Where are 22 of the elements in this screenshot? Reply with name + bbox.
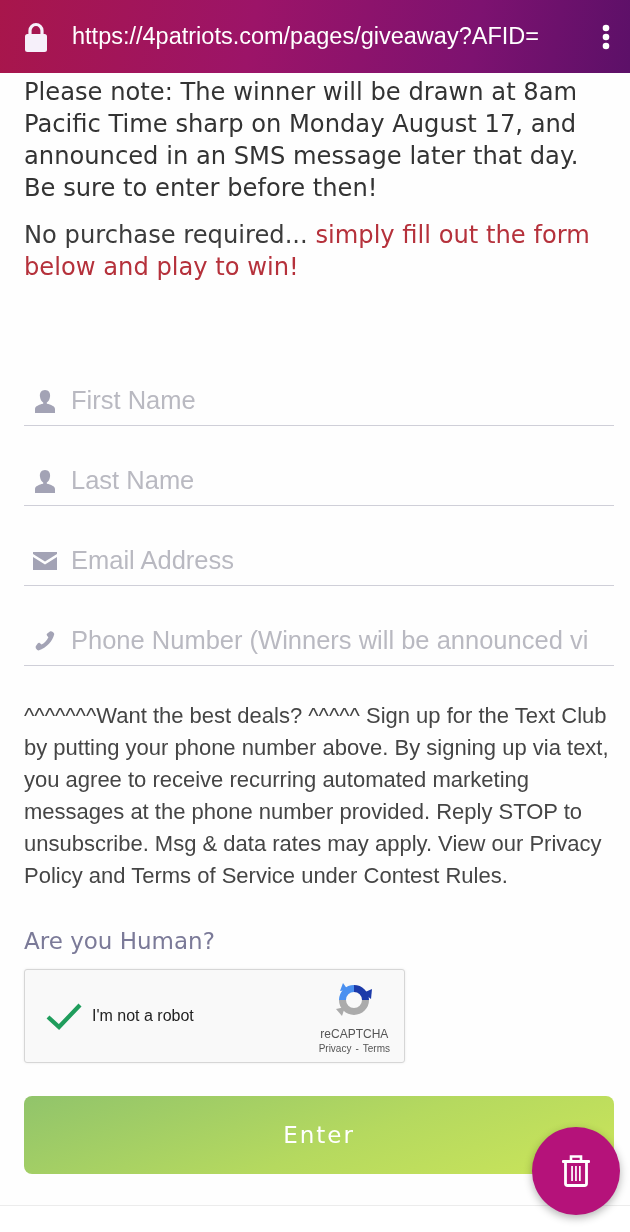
- notice-text: Please note: The winner will be drawn at 8am Pacific Time sharp on Monday August 17, and announced in an SMS message later that day. Be sure to enter before then!: [24, 77, 580, 204]
- url-text[interactable]: https://4patriots.com/pages/giveaway?AFID=: [72, 23, 578, 50]
- trash-icon: [562, 1155, 590, 1187]
- person-icon: [33, 388, 57, 413]
- privacy-link[interactable]: Privacy: [318, 1042, 352, 1054]
- intro-text: No purchase required... simply fill out the form below and play to win!: [24, 220, 591, 283]
- brand-label: reCAPTCHA: [320, 1026, 389, 1041]
- lock-icon: [24, 21, 48, 52]
- captcha-heading: Are you Human?: [24, 927, 215, 956]
- terms-link[interactable]: Terms: [362, 1042, 390, 1054]
- disclaimer-text: ^^^^^^^Want the best deals? ^^^^^ Sign up for the Text Club by putting your phone number above. By signing up via text, you agree to receive recurring automated marketing messages at the phone number provided. Reply STOP to unsubscribe. Msg & data rates may apply. View our Privacy Policy and Terms of Service under Contest Rules.: [24, 702, 610, 890]
- separator-text: -: [355, 1042, 359, 1054]
- input-field[interactable]: First Name: [71, 380, 614, 421]
- phone-icon: [35, 630, 55, 651]
- input-field[interactable]: Last Name: [71, 460, 614, 501]
- menu-icon[interactable]: [602, 23, 610, 50]
- checkbox-label: I'm not a robot: [92, 1007, 195, 1025]
- email-icon: [33, 551, 57, 570]
- person-icon: [33, 468, 57, 493]
- input-field[interactable]: Phone Number (Winners will be announced vi: [71, 620, 614, 661]
- checkmark-icon[interactable]: [46, 1002, 82, 1030]
- input-field[interactable]: Email Address: [71, 540, 614, 581]
